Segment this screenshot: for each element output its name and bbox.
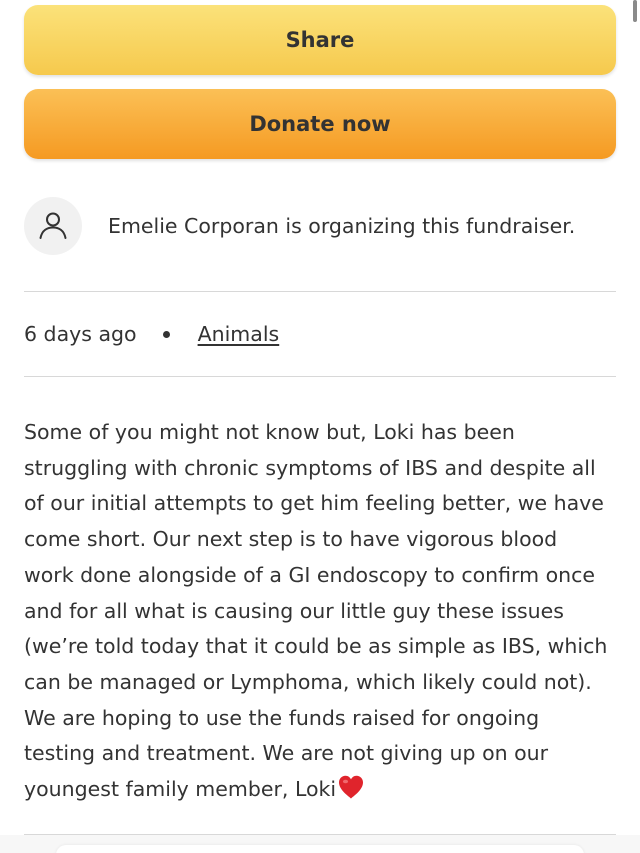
share-button[interactable]: Share [24,5,616,75]
story-text: Some of you might not know but, Loki has… [24,415,624,812]
share-button-label: Share [285,28,355,52]
story-body: Some of you might not know but, Loki has… [24,420,608,802]
separator-dot [162,330,170,338]
category-link[interactable]: Animals [198,322,280,346]
donate-button-label: Donate now [249,112,391,136]
next-card [56,845,584,853]
scrollbar[interactable] [633,0,637,22]
red-heart-icon [337,774,365,812]
donate-now-button[interactable]: Donate now [24,89,616,159]
posted-date: 6 days ago [24,322,137,346]
organizer-row: Emelie Corporan is organizing this fundr… [24,196,616,256]
divider [24,291,616,292]
user-icon [39,212,67,239]
organizer-text: Emelie Corporan is organizing this fundr… [108,214,576,238]
avatar [24,197,82,255]
divider [24,376,616,377]
meta-row: 6 days ago Animals [24,316,279,352]
fundraiser-page: Share Donate now Emelie Corporan is orga… [0,0,640,853]
